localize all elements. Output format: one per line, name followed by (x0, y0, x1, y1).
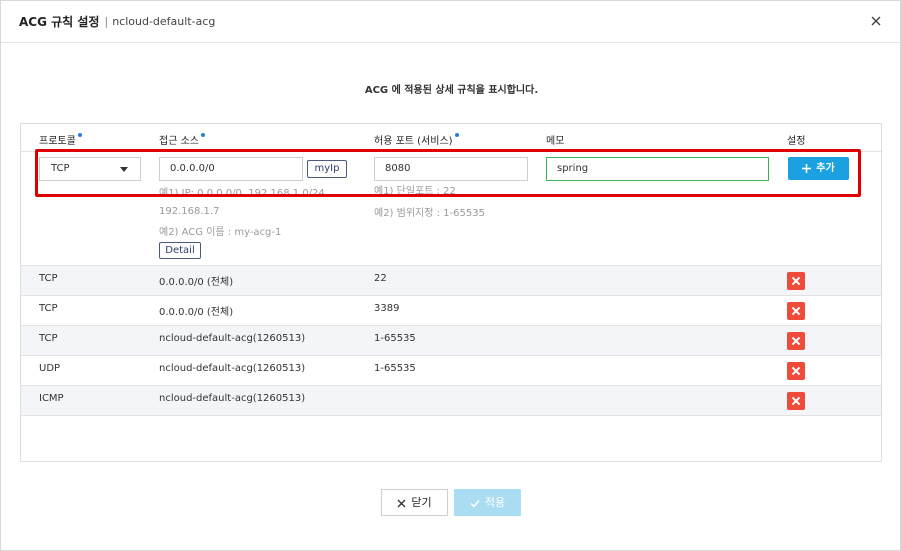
myip-button[interactable]: myIp (307, 160, 347, 178)
source-input[interactable]: 0.0.0.0/0 (159, 157, 303, 181)
delete-rule-button[interactable] (787, 392, 805, 410)
rule-source: 0.0.0.0/0 (전체) (159, 307, 234, 318)
acg-name: ncloud-default-acg (112, 15, 216, 28)
close-icon[interactable] (868, 13, 884, 29)
chevron-down-icon (120, 167, 128, 172)
apply-button[interactable]: 적용 (454, 489, 521, 516)
add-rule-label: 추가 (816, 163, 835, 174)
header-protocol: 프로토콜 (39, 132, 82, 147)
required-dot (454, 133, 459, 137)
description-text: ACG 에 적용된 상세 규칙을 표시합니다. (364, 85, 539, 96)
close-icon (397, 499, 406, 507)
table-row: ICMP ncloud-default-acg(1260513) (21, 386, 881, 416)
rule-protocol: TCP (39, 303, 58, 314)
rule-protocol: UDP (39, 363, 61, 374)
rule-source: ncloud-default-acg(1260513) (159, 393, 306, 404)
acg-rule-modal: ACG 규칙 설정 | ncloud-default-acg ACG 에 적용된 … (0, 0, 901, 551)
header-setting: 설정 (787, 136, 806, 147)
modal-header: ACG 규칙 설정 | ncloud-default-acg (1, 1, 900, 43)
protocol-select[interactable]: TCP (39, 157, 141, 181)
header-memo: 메모 (546, 136, 565, 147)
close-button[interactable]: 닫기 (381, 489, 448, 516)
table-row: TCP 0.0.0.0/0 (전체) 22 (21, 266, 881, 296)
plus-icon (802, 163, 812, 173)
header-source: 접근 소스 (159, 132, 205, 147)
delete-rule-button[interactable] (787, 272, 805, 290)
rule-protocol: TCP (39, 273, 58, 284)
port-input[interactable]: 8080 (374, 157, 528, 181)
rule-source: 0.0.0.0/0 (전체) (159, 277, 234, 288)
close-button-label: 닫기 (411, 496, 432, 509)
header-port: 허용 포트 (서비스) (374, 132, 459, 147)
title-separator: | (104, 15, 109, 28)
rule-port: 1-65535 (374, 333, 416, 344)
modal-subtitle: | ncloud-default-acg (104, 15, 215, 28)
rule-protocol: TCP (39, 333, 58, 344)
rule-source: ncloud-default-acg(1260513) (159, 333, 306, 344)
check-icon (470, 499, 480, 508)
new-rule-form: TCP 0.0.0.0/0 myIp 8080 spring 추가 예1) IP… (21, 152, 881, 266)
delete-rule-button[interactable] (787, 362, 805, 380)
required-dot (200, 133, 205, 137)
table-header: 프로토콜 접근 소스 허용 포트 (서비스) 메모 설정 (21, 124, 881, 152)
memo-input[interactable]: spring (546, 157, 769, 181)
protocol-select-value: TCP (51, 163, 70, 174)
table-row: TCP ncloud-default-acg(1260513) 1-65535 (21, 326, 881, 356)
rules-table: 프로토콜 접근 소스 허용 포트 (서비스) 메모 설정 TCP 0.0.0.0… (20, 123, 882, 462)
port-hint-2: 예2) 범위지정 : 1-65535 (374, 208, 485, 219)
rule-port: 1-65535 (374, 363, 416, 374)
add-rule-button[interactable]: 추가 (788, 157, 849, 180)
source-hint-3: 예2) ACG 이름 : my-acg-1 (159, 227, 282, 238)
delete-rule-button[interactable] (787, 332, 805, 350)
rule-port: 22 (374, 273, 387, 284)
detail-button[interactable]: Detail (159, 242, 201, 259)
source-hint-2: 192.168.1.7 (159, 206, 220, 217)
rule-protocol: ICMP (39, 393, 64, 404)
port-hint-1: 예1) 단일포트 : 22 (374, 186, 456, 197)
delete-rule-button[interactable] (787, 302, 805, 320)
source-hint-1: 예1) IP: 0.0.0.0/0, 192.168.1.0/24, (159, 188, 328, 199)
table-row: TCP 0.0.0.0/0 (전체) 3389 (21, 296, 881, 326)
apply-button-label: 적용 (484, 496, 506, 509)
modal-title: ACG 규칙 설정 (19, 15, 100, 29)
table-row: UDP ncloud-default-acg(1260513) 1-65535 (21, 356, 881, 386)
required-dot (77, 133, 82, 137)
rule-source: ncloud-default-acg(1260513) (159, 363, 306, 374)
rule-port: 3389 (374, 303, 400, 314)
